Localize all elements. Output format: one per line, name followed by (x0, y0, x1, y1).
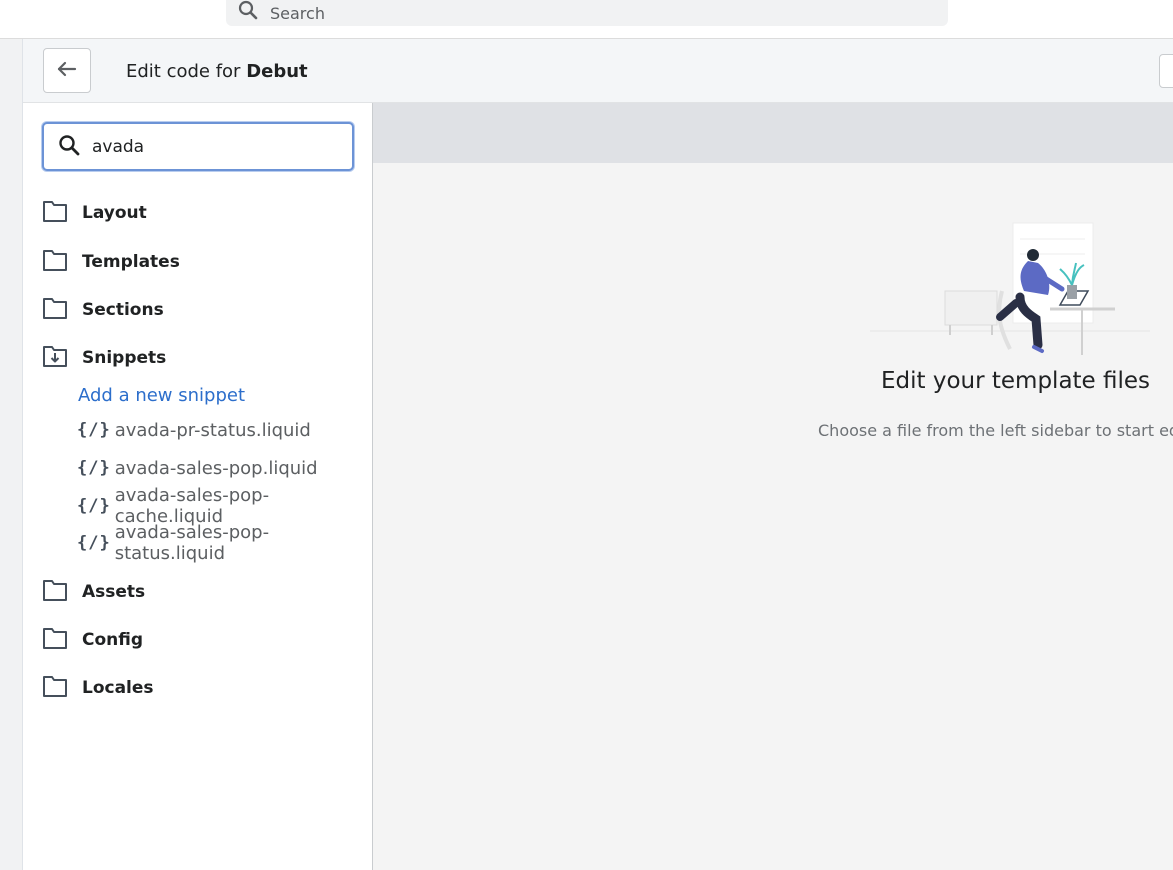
folder-icon (42, 248, 68, 276)
code-file-icon: {/} (77, 458, 111, 478)
search-icon (58, 134, 80, 160)
file-search-input[interactable] (92, 136, 322, 157)
snippet-file[interactable]: {/} avada-sales-pop.liquid (77, 455, 318, 481)
header-action-button[interactable] (1159, 54, 1173, 88)
snippet-file-name: avada-sales-pop-cache.liquid (114, 485, 270, 527)
empty-state-title: Edit your template files (881, 368, 1151, 394)
snippet-file[interactable]: {/} avada-sales-pop-status.liquid (77, 522, 372, 564)
empty-state-subtitle: Choose a file from the left sidebar to s… (818, 421, 1173, 440)
code-file-icon: {/} (77, 533, 111, 553)
folder-label: Assets (82, 582, 146, 602)
page-title: Edit code for Debut (126, 61, 308, 82)
folder-open-icon (42, 344, 68, 372)
folder-icon (42, 674, 68, 702)
add-snippet-link[interactable]: Add a new snippet (78, 385, 245, 406)
folder-snippets[interactable]: Snippets (42, 343, 166, 373)
folder-icon (42, 199, 68, 227)
code-file-icon: {/} (77, 496, 111, 516)
snippet-file-name: avada-sales-pop.liquid (114, 457, 318, 479)
folder-sections[interactable]: Sections (42, 295, 164, 325)
folder-locales[interactable]: Locales (42, 673, 154, 703)
folder-icon (42, 626, 68, 654)
folder-label: Config (82, 630, 144, 650)
back-button[interactable] (43, 48, 91, 93)
folder-label: Sections (82, 300, 164, 320)
person-at-desk-illustration (870, 219, 1150, 363)
global-search-placeholder: Search (270, 3, 325, 23)
editor-main: Edit your template files Choose a file f… (373, 103, 1173, 870)
page-title-prefix: Edit code for (126, 61, 241, 82)
left-rail (0, 39, 23, 870)
code-file-icon: {/} (77, 420, 111, 440)
folder-label: Locales (82, 678, 154, 698)
file-sidebar: Layout Templates Sections Snippets (23, 103, 373, 870)
global-search-bar[interactable]: Search (226, 0, 948, 26)
snippet-file-name: avada-pr-status.liquid (114, 419, 311, 441)
folder-layout[interactable]: Layout (42, 198, 147, 228)
folder-config[interactable]: Config (42, 625, 143, 655)
file-search-box[interactable] (42, 122, 354, 171)
folder-label: Layout (82, 203, 147, 223)
folder-assets[interactable]: Assets (42, 577, 145, 607)
editor-tab-bar (373, 103, 1173, 163)
snippet-file-name: avada-sales-pop-status.liquid (114, 522, 270, 564)
search-icon (238, 0, 258, 24)
theme-name: Debut (246, 61, 308, 82)
snippet-file[interactable]: {/} avada-sales-pop-cache.liquid (77, 485, 372, 527)
snippet-file[interactable]: {/} avada-pr-status.liquid (77, 417, 311, 443)
folder-label: Snippets (82, 348, 167, 368)
folder-templates[interactable]: Templates (42, 247, 180, 277)
folder-icon (42, 578, 68, 606)
folder-label: Templates (82, 252, 180, 272)
editor-header: Edit code for Debut (23, 39, 1173, 103)
folder-icon (42, 296, 68, 324)
arrow-left-icon (57, 61, 77, 81)
top-bar: Search (0, 0, 1173, 39)
